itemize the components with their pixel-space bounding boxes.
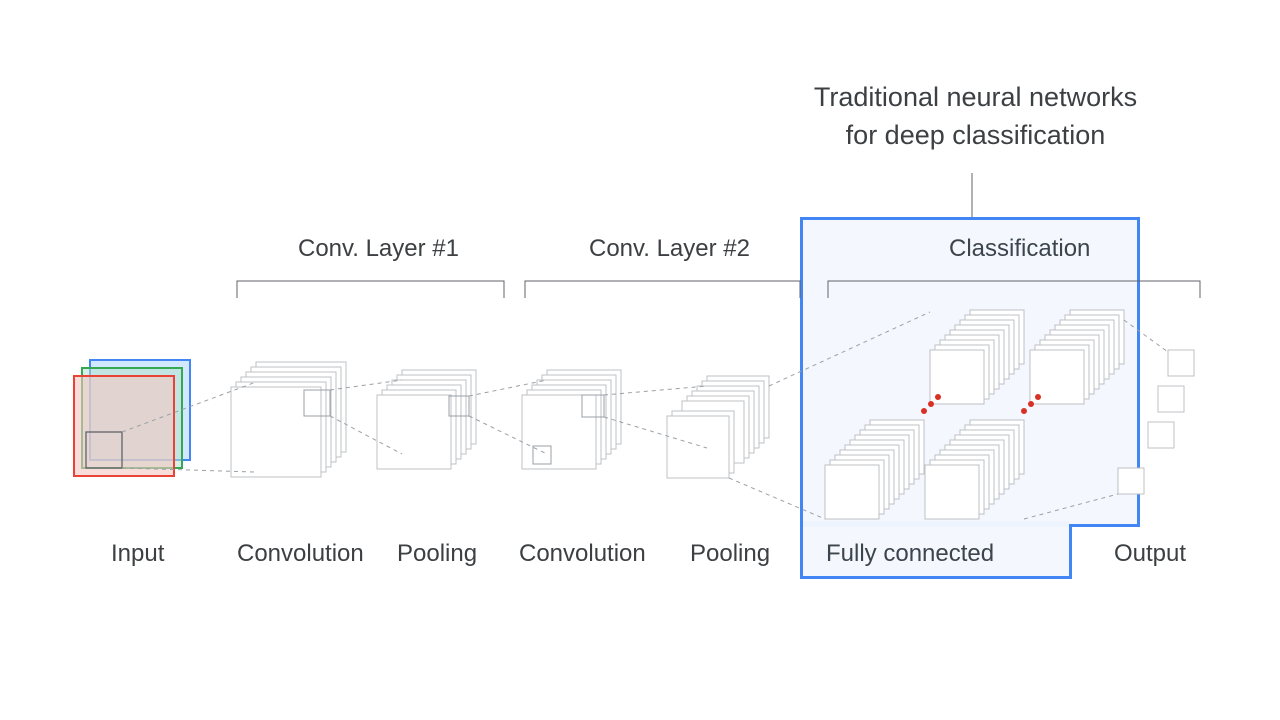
pool1-stack [377, 370, 476, 469]
output-units [1118, 350, 1194, 494]
cnn-diagram [0, 0, 1280, 720]
conv2-stack [522, 370, 621, 469]
fc-stacks [825, 310, 1124, 519]
pool2-stack [667, 376, 769, 478]
input-stack [74, 360, 190, 476]
conv1-stack [231, 362, 346, 477]
